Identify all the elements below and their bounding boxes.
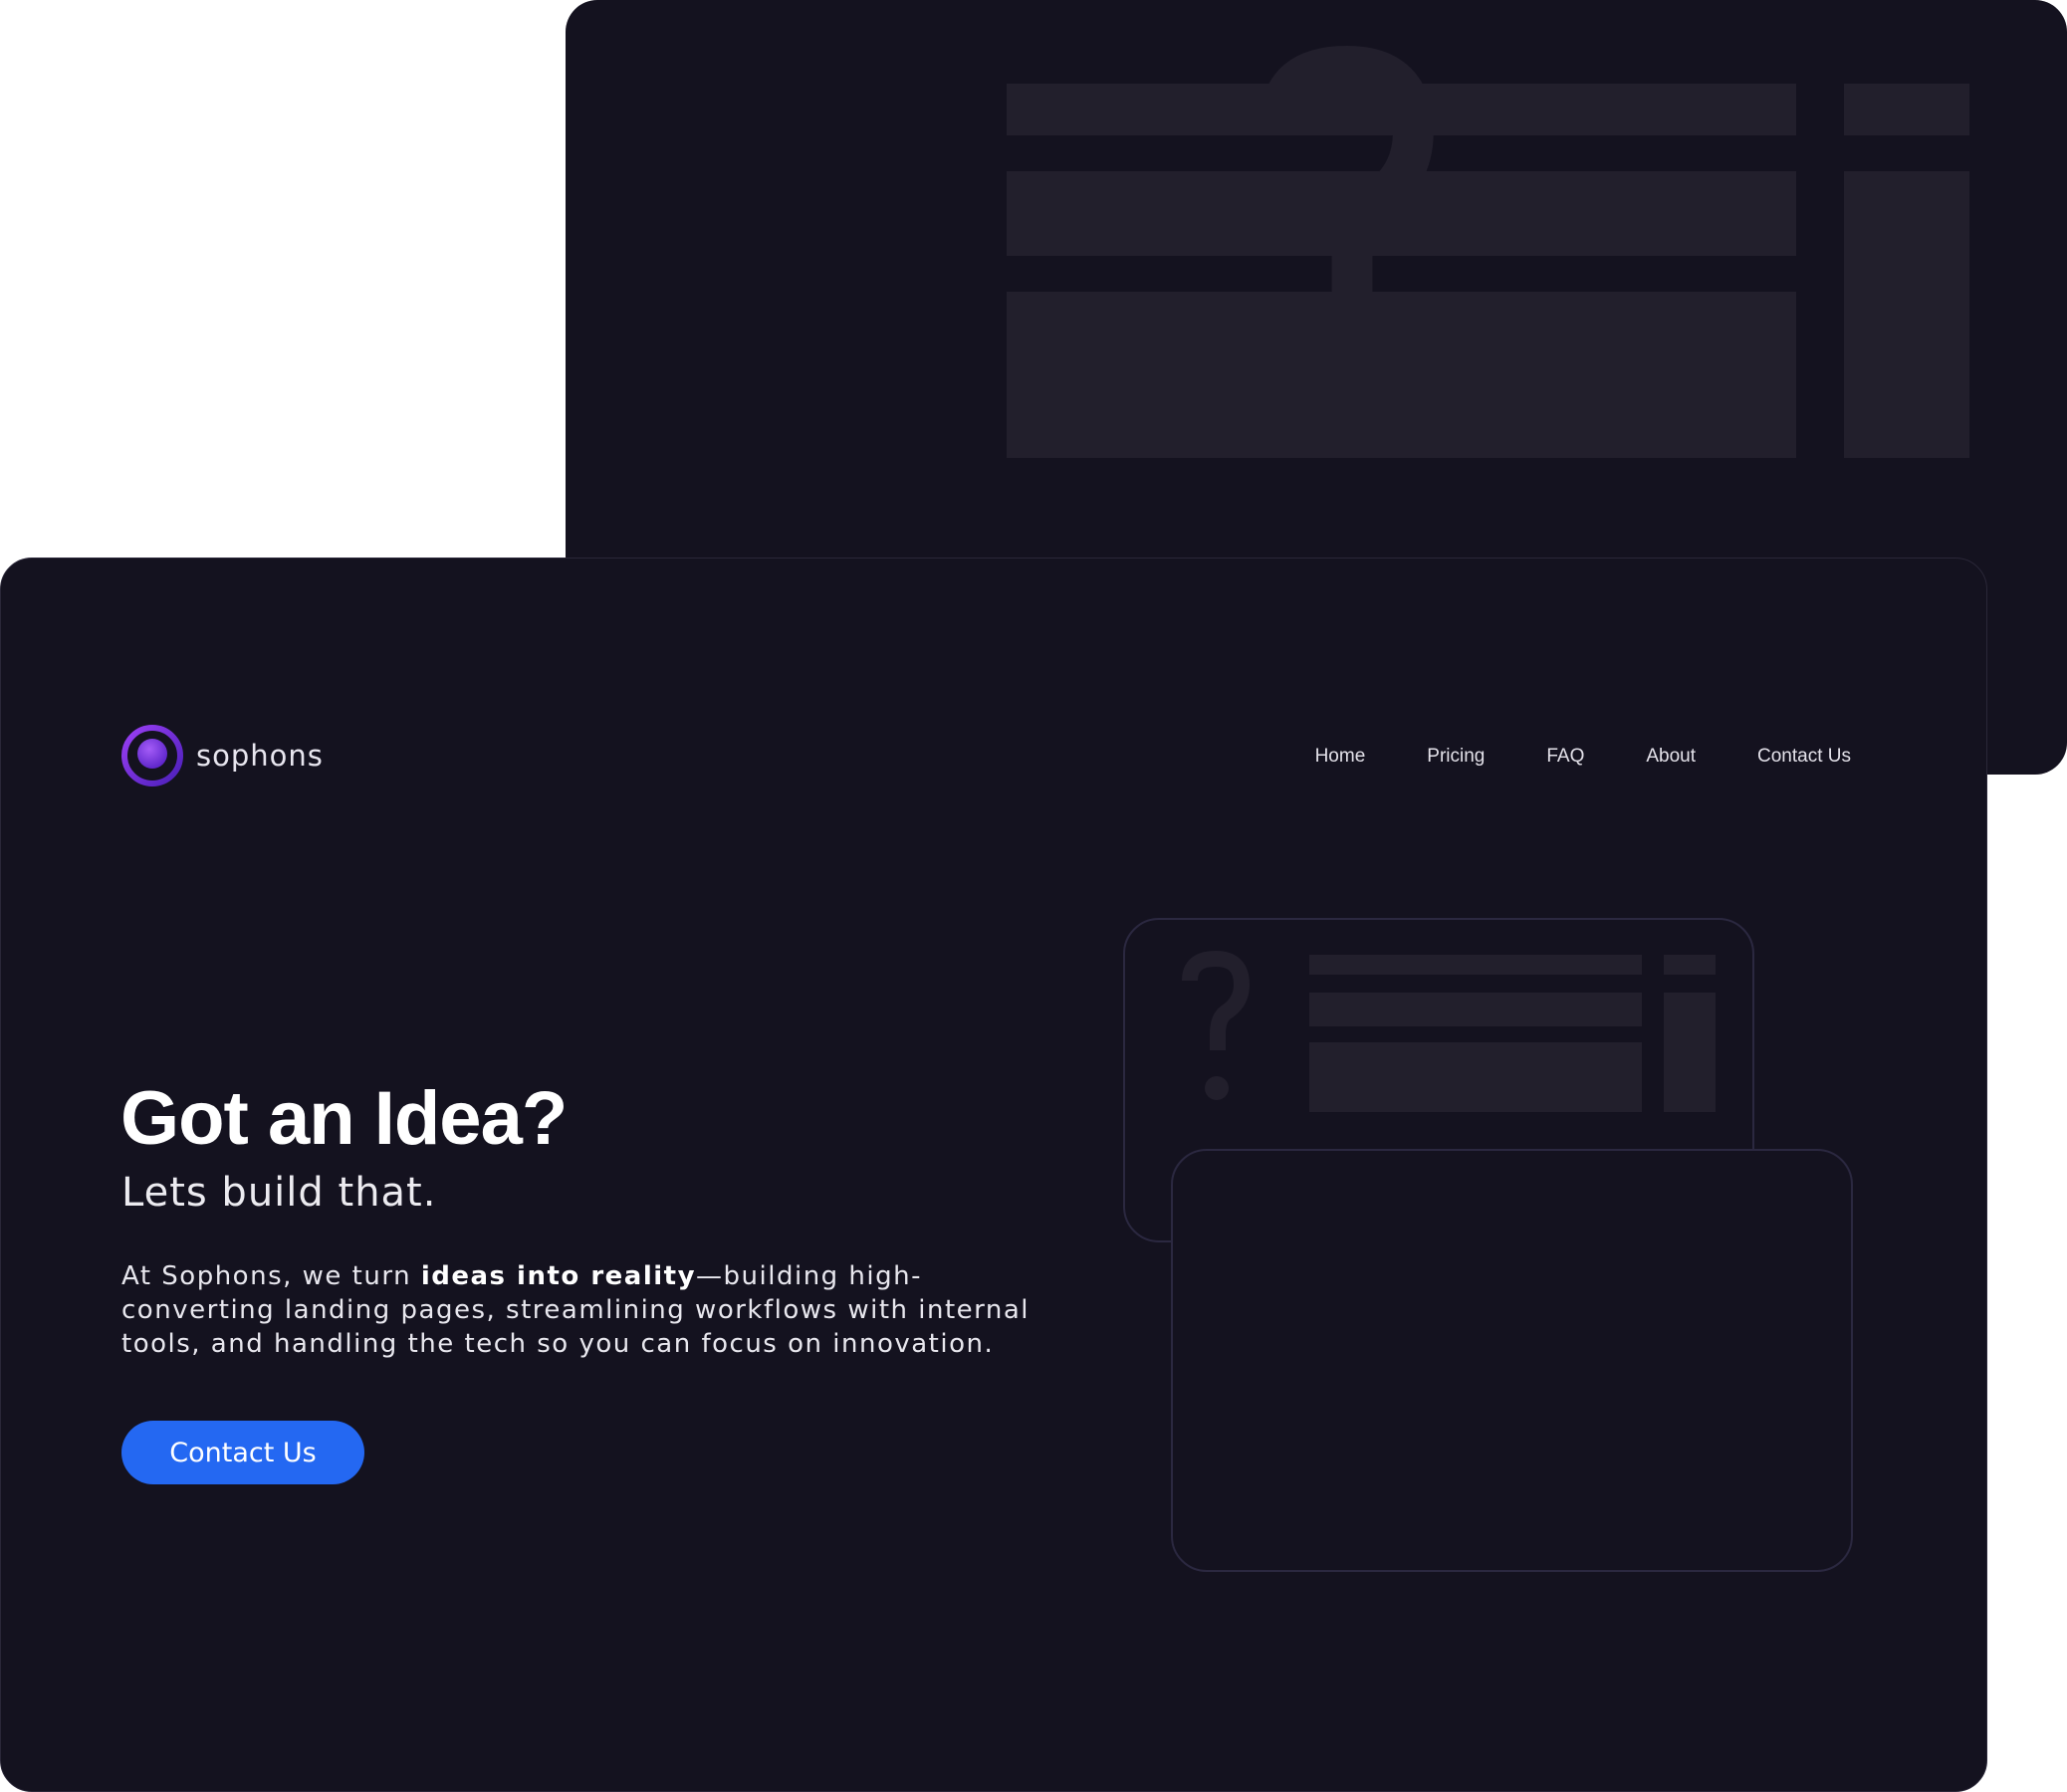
hero-title: Got an Idea? xyxy=(120,1076,568,1161)
page-mockup-stage: sophons Home Pricing FAQ About Contact U… xyxy=(0,0,2067,1792)
hero-subtitle: Lets build that. xyxy=(121,1170,437,1216)
nav-about[interactable]: About xyxy=(1646,746,1696,768)
nav-faq[interactable]: FAQ xyxy=(1546,746,1584,768)
illustration-front-card xyxy=(1171,1149,1853,1572)
main-nav: Home Pricing FAQ About Contact Us xyxy=(1315,746,1851,768)
landing-page: sophons Home Pricing FAQ About Contact U… xyxy=(0,558,1987,1792)
hero-description: At Sophons, we turn ideas into reality—b… xyxy=(121,1259,1037,1361)
nav-contact-us[interactable]: Contact Us xyxy=(1757,746,1851,768)
nav-home[interactable]: Home xyxy=(1315,746,1366,768)
contact-us-button[interactable]: Contact Us xyxy=(121,1421,364,1484)
nav-pricing[interactable]: Pricing xyxy=(1427,746,1485,768)
placeholder-bar xyxy=(1664,955,1716,975)
placeholder-bar xyxy=(1007,171,1796,256)
placeholder-block xyxy=(1664,993,1716,1112)
placeholder-block xyxy=(1309,1042,1642,1112)
placeholder-block xyxy=(1007,292,1796,458)
placeholder-bar xyxy=(1309,993,1642,1026)
hero-description-emphasis: ideas into reality xyxy=(420,1261,697,1291)
placeholder-block xyxy=(1844,171,1969,458)
brand-logo[interactable]: sophons xyxy=(120,724,324,787)
placeholder-bar xyxy=(1007,84,1796,135)
question-mark-icon xyxy=(1182,951,1251,1100)
concentric-circle-logo-icon xyxy=(121,725,183,786)
brand-name: sophons xyxy=(196,739,324,773)
hero-description-prefix: At Sophons, we turn xyxy=(121,1261,421,1291)
placeholder-bar xyxy=(1309,955,1642,975)
placeholder-bar xyxy=(1844,84,1969,135)
